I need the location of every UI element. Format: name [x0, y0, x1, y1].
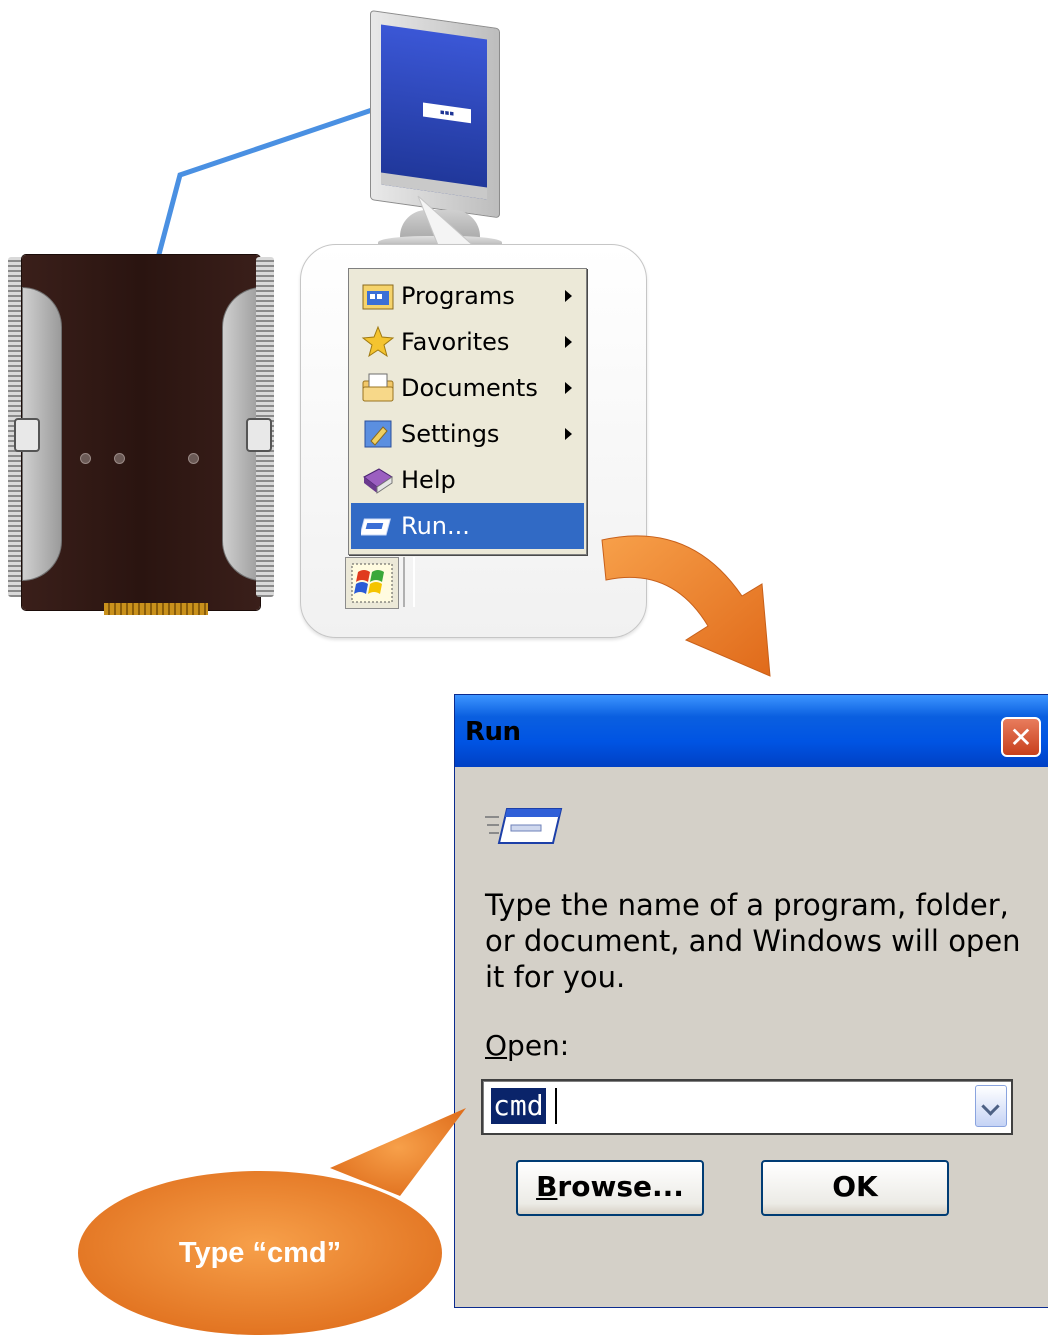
callout-bubble [78, 1108, 466, 1335]
callout-text: Type “cmd” [178, 1237, 342, 1269]
